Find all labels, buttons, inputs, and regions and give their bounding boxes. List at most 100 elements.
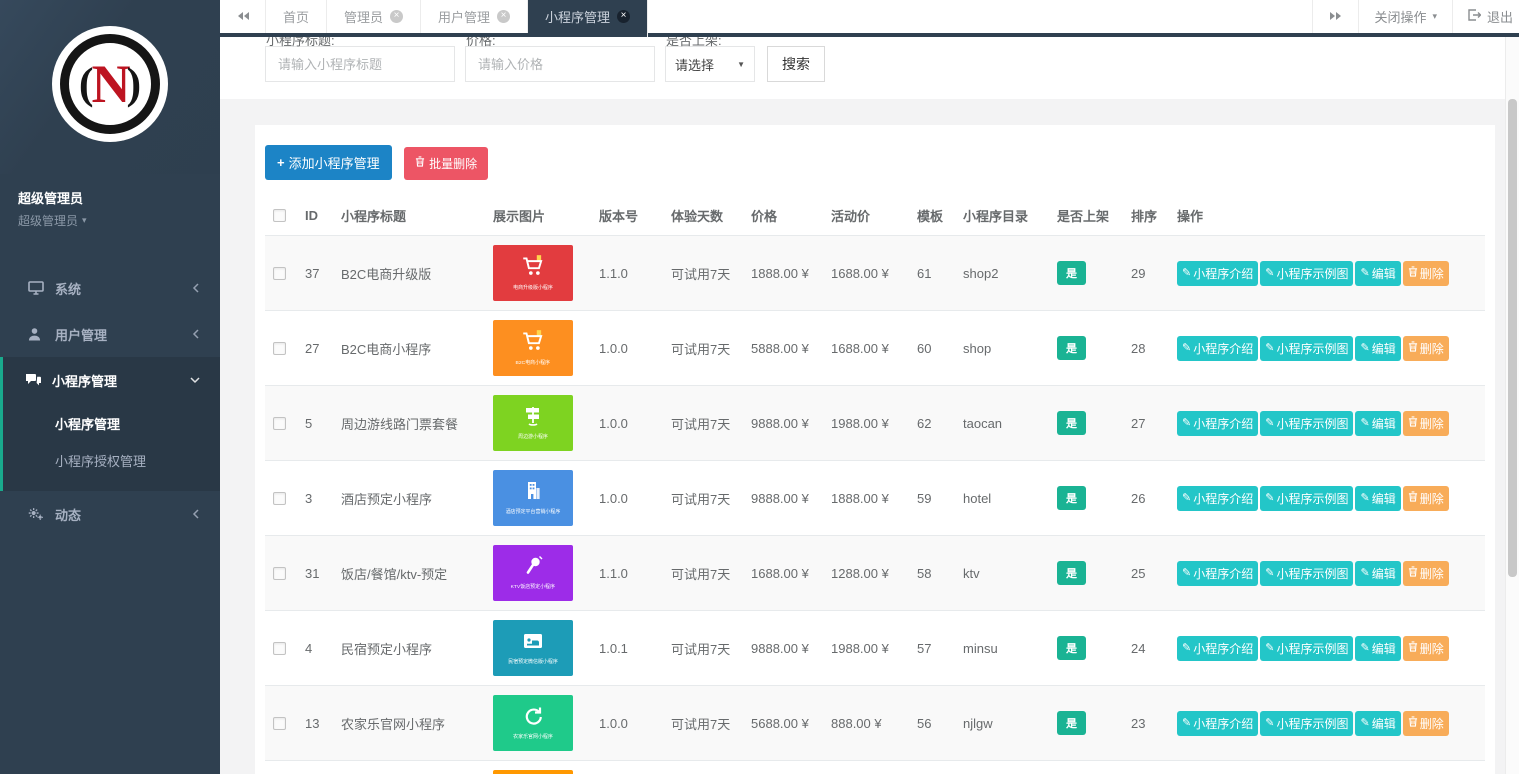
row-checkbox[interactable] — [273, 417, 286, 430]
column-header: 小程序标题 — [333, 196, 485, 236]
search-shelf-field: 是否上架: 请选择 ▼ — [665, 46, 755, 82]
table-row: 是✎小程序介绍✎小程序示例图✎编辑删除 — [265, 761, 1485, 774]
search-button[interactable]: 搜索 — [767, 46, 825, 82]
on-shelf-badge[interactable]: 是 — [1057, 486, 1086, 510]
sidebar-item-dynamic[interactable]: 动态 — [3, 491, 220, 537]
price: 9888.00 ¥ — [743, 611, 823, 686]
delete-button[interactable]: 删除 — [1403, 336, 1449, 361]
on-shelf-badge[interactable]: 是 — [1057, 411, 1086, 435]
tab-miniapp-management[interactable]: 小程序管理× — [528, 0, 648, 37]
edit-button[interactable]: ✎编辑 — [1355, 711, 1400, 736]
row-checkbox[interactable] — [273, 267, 286, 280]
edit-icon: ✎ — [1182, 568, 1191, 579]
tab-bar: 首页管理员×用户管理×小程序管理× 关闭操作 ▾ 退出 — [220, 0, 1519, 37]
miniapp-intro-button[interactable]: ✎小程序介绍 — [1177, 336, 1258, 361]
on-shelf-badge[interactable]: 是 — [1057, 261, 1086, 285]
collapse-tabs-button[interactable] — [220, 0, 266, 33]
directory: hotel — [955, 461, 1049, 536]
on-shelf-badge[interactable]: 是 — [1057, 711, 1086, 735]
miniapp-thumbnail: 酒店预定平台营销小程序 — [493, 470, 573, 526]
edit-icon: ✎ — [1360, 343, 1369, 354]
trash-icon — [1408, 491, 1418, 505]
logout-button[interactable]: 退出 — [1452, 0, 1519, 33]
edit-button[interactable]: ✎编辑 — [1355, 561, 1400, 586]
on-shelf-badge[interactable]: 是 — [1057, 336, 1086, 360]
on-shelf-select[interactable]: 请选择 ▼ — [665, 46, 755, 82]
miniapp-intro-button[interactable]: ✎小程序介绍 — [1177, 636, 1258, 661]
scrollbar-thumb[interactable] — [1508, 99, 1517, 577]
version-number: 1.0.0 — [591, 386, 663, 461]
delete-button[interactable]: 删除 — [1403, 636, 1449, 661]
select-all-checkbox[interactable] — [273, 209, 286, 222]
table-toolbar: + 添加小程序管理 批量删除 — [265, 145, 1485, 180]
tab-close-icon[interactable]: × — [497, 10, 510, 23]
edit-button[interactable]: ✎编辑 — [1355, 336, 1400, 361]
activity-price: 1988.00 ¥ — [823, 611, 909, 686]
edit-button[interactable]: ✎编辑 — [1355, 486, 1400, 511]
miniapp-examples-button[interactable]: ✎小程序示例图 — [1260, 561, 1353, 586]
miniapp-examples-button[interactable]: ✎小程序示例图 — [1260, 486, 1353, 511]
miniapp-examples-button[interactable]: ✎小程序示例图 — [1260, 411, 1353, 436]
sidebar-subitem-miniapp-management[interactable]: 小程序管理 — [3, 405, 220, 442]
directory: taocan — [955, 386, 1049, 461]
content-panel: + 添加小程序管理 批量删除 ID小程序标题展示图片版本号体验天数价格活动价模板… — [255, 125, 1495, 774]
edit-button[interactable]: ✎编辑 — [1355, 411, 1400, 436]
sidebar-item-system[interactable]: 系统 — [3, 265, 220, 311]
miniapp-intro-button[interactable]: ✎小程序介绍 — [1177, 561, 1258, 586]
miniapp-intro-button[interactable]: ✎小程序介绍 — [1177, 711, 1258, 736]
close-operations-dropdown[interactable]: 关闭操作 ▾ — [1358, 0, 1452, 33]
price: 5888.00 ¥ — [743, 311, 823, 386]
row-checkbox[interactable] — [273, 567, 286, 580]
row-select-cell — [265, 461, 297, 536]
tab-user-management[interactable]: 用户管理× — [421, 0, 528, 33]
tab-admin[interactable]: 管理员× — [327, 0, 421, 33]
tab-close-icon[interactable]: × — [390, 10, 403, 23]
row-select-cell — [265, 611, 297, 686]
activity-price: 1988.00 ¥ — [823, 386, 909, 461]
batch-delete-button[interactable]: 批量删除 — [404, 147, 488, 180]
row-checkbox[interactable] — [273, 717, 286, 730]
edit-icon: ✎ — [1182, 268, 1191, 279]
delete-button[interactable]: 删除 — [1403, 261, 1449, 286]
on-shelf-badge[interactable]: 是 — [1057, 636, 1086, 660]
delete-button[interactable]: 删除 — [1403, 411, 1449, 436]
miniapp-examples-button[interactable]: ✎小程序示例图 — [1260, 336, 1353, 361]
edit-button[interactable]: ✎编辑 — [1355, 636, 1400, 661]
sidebar-username: 超级管理员 — [0, 174, 220, 207]
miniapp-examples-button[interactable]: ✎小程序示例图 — [1260, 261, 1353, 286]
sidebar-subitem-miniapp-auth-management[interactable]: 小程序授权管理 — [3, 442, 220, 479]
row-checkbox[interactable] — [273, 492, 286, 505]
logo-paren-right: ) — [127, 62, 142, 106]
delete-button[interactable]: 删除 — [1403, 561, 1449, 586]
sort-order: 25 — [1123, 536, 1169, 611]
tab-home[interactable]: 首页 — [266, 0, 327, 33]
logo-letter: N — [91, 57, 130, 111]
search-price-field: 价格: — [465, 46, 655, 82]
sidebar-item-user-management[interactable]: 用户管理 — [3, 311, 220, 357]
cart-icon — [520, 328, 546, 357]
price — [743, 761, 823, 774]
trash-icon — [415, 156, 425, 170]
miniapp-title-input[interactable] — [265, 46, 455, 82]
row-checkbox[interactable] — [273, 642, 286, 655]
miniapp-examples-button[interactable]: ✎小程序示例图 — [1260, 636, 1353, 661]
add-miniapp-button[interactable]: + 添加小程序管理 — [265, 145, 392, 180]
miniapp-intro-button[interactable]: ✎小程序介绍 — [1177, 486, 1258, 511]
price-input[interactable] — [465, 46, 655, 82]
row-checkbox[interactable] — [273, 342, 286, 355]
delete-button[interactable]: 删除 — [1403, 486, 1449, 511]
scroll-tabs-right-button[interactable] — [1312, 0, 1358, 33]
user-role-dropdown[interactable]: 超级管理员 ▾ — [0, 207, 220, 229]
delete-button[interactable]: 删除 — [1403, 711, 1449, 736]
sidebar-item-miniapp-management[interactable]: 小程序管理 — [3, 357, 220, 403]
sort-order — [1123, 761, 1169, 774]
on-shelf-badge[interactable]: 是 — [1057, 561, 1086, 585]
miniapp-examples-button[interactable]: ✎小程序示例图 — [1260, 711, 1353, 736]
miniapp-thumbnail-cell: 电商升级版小程序 — [485, 236, 591, 311]
tab-close-icon[interactable]: × — [617, 10, 630, 23]
miniapp-intro-button[interactable]: ✎小程序介绍 — [1177, 261, 1258, 286]
miniapp-id: 4 — [297, 611, 333, 686]
miniapp-intro-button[interactable]: ✎小程序介绍 — [1177, 411, 1258, 436]
miniapp-thumbnail: B2C电商小程序 — [493, 320, 573, 376]
edit-button[interactable]: ✎编辑 — [1355, 261, 1400, 286]
